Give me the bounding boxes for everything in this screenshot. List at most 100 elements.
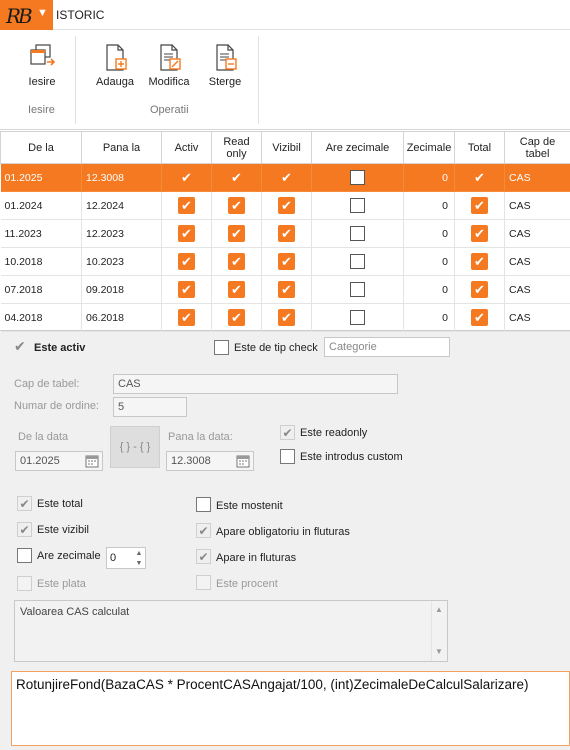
de-la-data-input[interactable]: 01.2025	[15, 451, 103, 471]
column-header[interactable]: Zecimale	[403, 131, 455, 164]
table-row[interactable]: 01.2025 12.3008 ✔ ✔ ✔ 0 ✔ CAS	[0, 163, 570, 192]
column-header[interactable]: De la	[0, 131, 82, 164]
check-icon[interactable]: ✔	[278, 197, 295, 214]
check-icon[interactable]: ✔	[474, 170, 485, 185]
adauga-button[interactable]: Adauga	[94, 44, 136, 88]
scroll-up-icon[interactable]: ▲	[435, 605, 443, 614]
check-icon[interactable]: ✔	[278, 309, 295, 326]
cell-activ: ✔	[161, 247, 212, 276]
checkbox-empty[interactable]	[350, 198, 365, 213]
tab-istoric[interactable]: ISTORIC	[56, 8, 104, 22]
cap-tabel-input[interactable]: CAS	[113, 374, 398, 394]
column-header[interactable]: Activ	[161, 131, 212, 164]
are-zecimale-checkbox[interactable]	[17, 548, 32, 563]
check-icon[interactable]: ✔	[471, 309, 488, 326]
checkbox-empty[interactable]	[350, 226, 365, 241]
check-icon[interactable]: ✔	[278, 253, 295, 270]
categorie-input[interactable]: Categorie	[324, 337, 450, 357]
check-icon[interactable]: ✔	[281, 170, 292, 185]
spin-up-icon[interactable]: ▲	[134, 549, 144, 558]
este-readonly-checkbox[interactable]: ✔	[280, 425, 295, 440]
este-activ-checkbox[interactable]: ✔	[14, 338, 26, 355]
sterge-button[interactable]: Sterge	[205, 44, 245, 88]
de-la-data-value: 01.2025	[20, 455, 60, 467]
app-menu-button[interactable]: RB ▼	[0, 0, 53, 33]
check-icon[interactable]: ✔	[231, 170, 242, 185]
spin-down-icon[interactable]: ▼	[134, 559, 144, 568]
checkbox-empty[interactable]	[350, 282, 365, 297]
memo-scrollbar[interactable]: ▲ ▼	[431, 601, 447, 661]
modifica-button[interactable]: Modifica	[145, 44, 193, 88]
cell-zecimale: 0	[403, 191, 455, 220]
numar-ordine-input[interactable]: 5	[113, 397, 187, 417]
column-header[interactable]: Are zecimale	[311, 131, 404, 164]
check-icon[interactable]: ✔	[181, 170, 192, 185]
checkbox-empty[interactable]	[350, 254, 365, 269]
scroll-down-icon[interactable]: ▼	[435, 647, 443, 656]
este-total-checkbox[interactable]: ✔	[17, 496, 32, 511]
column-header[interactable]: Pana la	[81, 131, 162, 164]
este-plata-checkbox[interactable]	[17, 576, 32, 591]
table-row[interactable]: 01.2024 12.2024 ✔ ✔ ✔ 0 ✔ CAS	[0, 191, 570, 220]
este-procent-checkbox[interactable]	[196, 575, 211, 590]
check-icon[interactable]: ✔	[178, 309, 195, 326]
cell-total: ✔	[454, 275, 505, 304]
check-icon[interactable]: ✔	[228, 197, 245, 214]
table-row[interactable]: 07.2018 09.2018 ✔ ✔ ✔ 0 ✔ CAS	[0, 275, 570, 304]
cell-read-only: ✔	[211, 219, 262, 248]
este-vizibil-checkbox[interactable]: ✔	[17, 522, 32, 537]
check-icon[interactable]: ✔	[278, 281, 295, 298]
check-icon[interactable]: ✔	[178, 197, 195, 214]
date-range-button[interactable]: { } - { }	[110, 426, 160, 468]
formula-editor[interactable]: RotunjireFond(BazaCAS * ProcentCASAngaja…	[11, 671, 570, 746]
este-mostenit-checkbox[interactable]	[196, 497, 211, 512]
column-header[interactable]: Read only	[211, 131, 262, 164]
cell-zecimale: 0	[403, 275, 455, 304]
check-icon[interactable]: ✔	[228, 253, 245, 270]
table-row[interactable]: 10.2018 10.2023 ✔ ✔ ✔ 0 ✔ CAS	[0, 247, 570, 276]
cell-pana-la: 12.2024	[81, 191, 162, 220]
check-icon[interactable]: ✔	[228, 281, 245, 298]
check-icon[interactable]: ✔	[278, 225, 295, 242]
cell-read-only: ✔	[211, 191, 262, 220]
table-row[interactable]: 11.2023 12.2023 ✔ ✔ ✔ 0 ✔ CAS	[0, 219, 570, 248]
column-header[interactable]: Vizibil	[261, 131, 312, 164]
iesire-button[interactable]: Iesire	[22, 44, 62, 88]
checkbox-empty[interactable]	[350, 310, 365, 325]
cell-vizibil: ✔	[261, 219, 312, 248]
checkbox-empty[interactable]	[350, 170, 365, 185]
descriere-textarea[interactable]: Valoarea CAS calculat ▲ ▼	[14, 600, 448, 662]
calendar-icon[interactable]	[85, 454, 99, 468]
cell-de-la: 01.2025	[0, 163, 82, 192]
pana-la-data-input[interactable]: 12.3008	[166, 451, 254, 471]
cell-vizibil: ✔	[261, 275, 312, 304]
cell-are-zecimale	[311, 191, 404, 220]
check-icon[interactable]: ✔	[228, 309, 245, 326]
check-icon[interactable]: ✔	[471, 197, 488, 214]
check-icon[interactable]: ✔	[471, 225, 488, 242]
este-tip-check-checkbox[interactable]	[214, 340, 229, 355]
cell-are-zecimale	[311, 303, 404, 332]
apare-obligatoriu-checkbox[interactable]: ✔	[196, 523, 211, 538]
column-header[interactable]: Cap de tabel	[504, 131, 570, 164]
cell-vizibil: ✔	[261, 191, 312, 220]
apare-fluturas-label: Apare in fluturas	[216, 552, 297, 564]
zecimale-spinner[interactable]: 0 ▲ ▼	[106, 547, 146, 569]
apare-fluturas-checkbox[interactable]: ✔	[196, 549, 211, 564]
este-custom-checkbox[interactable]	[280, 449, 295, 464]
check-icon[interactable]: ✔	[178, 281, 195, 298]
delete-document-icon	[216, 44, 237, 71]
table-row[interactable]: 04.2018 06.2018 ✔ ✔ ✔ 0 ✔ CAS	[0, 303, 570, 332]
cell-total: ✔	[454, 303, 505, 332]
cell-vizibil: ✔	[261, 247, 312, 276]
check-icon[interactable]: ✔	[228, 225, 245, 242]
check-icon[interactable]: ✔	[471, 281, 488, 298]
check-icon[interactable]: ✔	[178, 225, 195, 242]
cell-read-only: ✔	[211, 163, 262, 192]
column-header[interactable]: Total	[454, 131, 505, 164]
check-icon[interactable]: ✔	[471, 253, 488, 270]
istoric-grid[interactable]: De la Pana la Activ Read only Vizibil Ar…	[0, 131, 570, 332]
check-icon[interactable]: ✔	[178, 253, 195, 270]
cell-zecimale: 0	[403, 163, 455, 192]
calendar-icon[interactable]	[236, 454, 250, 468]
